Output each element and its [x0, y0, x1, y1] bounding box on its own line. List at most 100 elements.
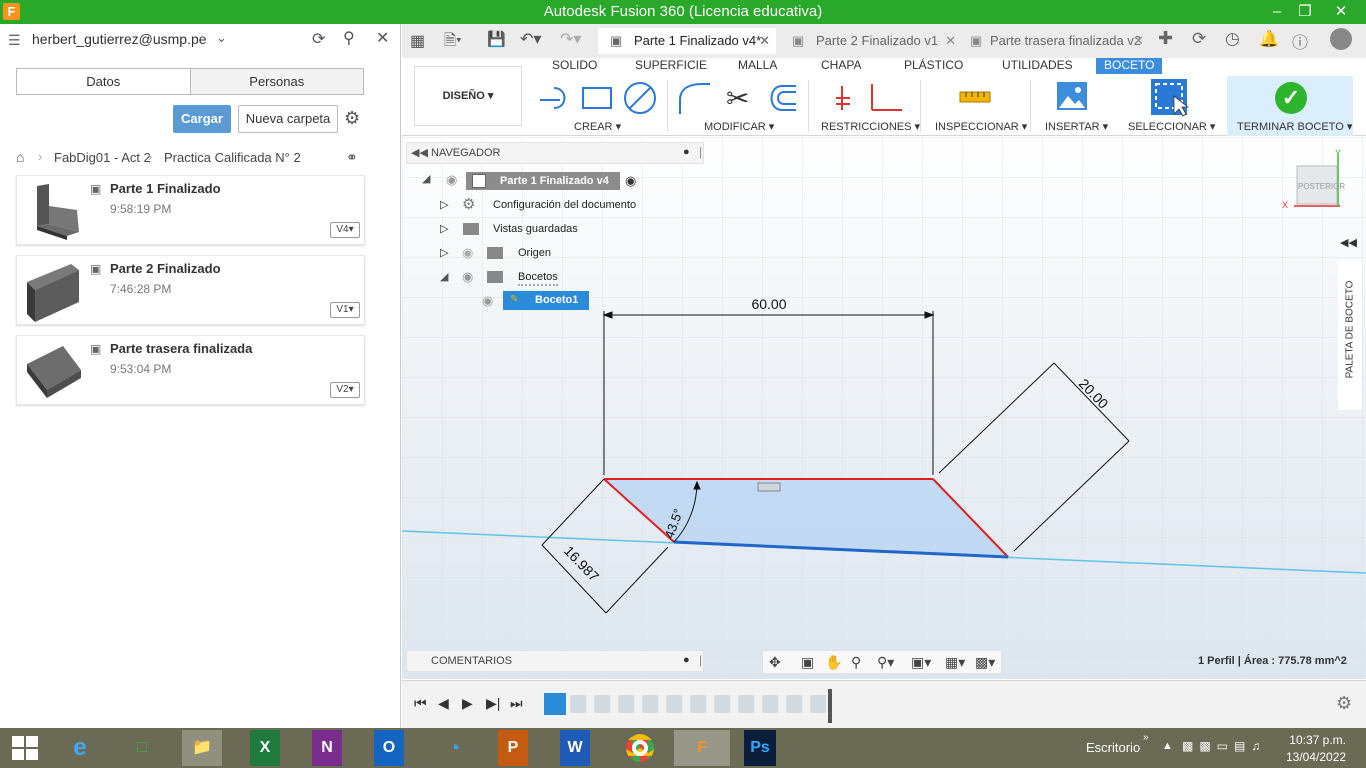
tray-icons[interactable]: ▩▩▭▤♫: [1182, 739, 1266, 753]
upload-button[interactable]: Cargar: [173, 105, 231, 133]
powerpoint-icon[interactable]: P: [498, 730, 528, 766]
job-status-icon[interactable]: ◷: [1225, 29, 1240, 49]
insert-image-icon[interactable]: [1056, 80, 1088, 114]
zoom-icon[interactable]: ⚲: [851, 651, 861, 673]
circle-tool-icon[interactable]: [624, 82, 656, 114]
browser-item-origin[interactable]: Origen: [518, 244, 551, 262]
file-item[interactable]: ▣ Parte 1 Finalizado 9:58:19 PM V4▾: [16, 175, 365, 245]
skip-end-icon[interactable]: ⏭: [510, 695, 523, 712]
select-window-icon[interactable]: [1150, 78, 1190, 118]
home-icon[interactable]: ⌂: [16, 149, 24, 165]
orbit-icon[interactable]: ✥: [769, 651, 781, 673]
checkmark-icon[interactable]: ✓: [1275, 82, 1307, 114]
undo-icon[interactable]: ↶▾: [520, 29, 541, 49]
version-badge[interactable]: V4▾: [330, 222, 360, 238]
rectangle-tool-icon[interactable]: [582, 87, 612, 109]
expand-triangle-icon[interactable]: ▷: [440, 220, 448, 238]
perpendicular-constraint-icon[interactable]: [871, 84, 902, 111]
file-item[interactable]: ▣ Parte trasera finalizada 9:53:04 PM V2…: [16, 335, 365, 405]
group-inspeccionar[interactable]: INSPECCIONAR ▾: [935, 120, 1027, 133]
grid-settings-icon[interactable]: ▦▾: [945, 651, 965, 673]
trim-scissors-icon[interactable]: ✂: [726, 83, 749, 114]
expand-triangle-icon[interactable]: ▷: [440, 196, 448, 214]
apps-icon[interactable]: ☰: [8, 32, 21, 49]
tab-personas[interactable]: Personas: [190, 69, 363, 94]
notifications-icon[interactable]: 🔔: [1259, 29, 1279, 49]
viewcube-face-label[interactable]: POSTERIOR: [1298, 182, 1345, 191]
tab-superficie[interactable]: SUPERFICIE: [635, 58, 707, 74]
breadcrumb-project[interactable]: FabDig01 - Act 2: [54, 150, 151, 165]
sketch-palette-tab[interactable]: PALETA DE BOCETO: [1338, 260, 1362, 410]
fillet-tool-icon[interactable]: [679, 83, 710, 114]
visibility-eye-icon[interactable]: ◉: [482, 292, 493, 310]
word-icon[interactable]: W: [560, 730, 590, 766]
tray-up-icon[interactable]: ▲: [1162, 740, 1173, 752]
step-back-icon[interactable]: ◀: [438, 695, 449, 712]
look-at-icon[interactable]: ▣: [801, 651, 814, 673]
maximize-button[interactable]: ❐: [1290, 2, 1320, 22]
version-badge[interactable]: V1▾: [330, 302, 360, 318]
photoshop-icon[interactable]: Ps: [744, 730, 776, 766]
skip-start-icon[interactable]: ⏮: [414, 695, 427, 712]
workspace-selector[interactable]: DISEÑO ▾: [414, 66, 522, 126]
horizontal-constraint-icon[interactable]: [757, 482, 781, 492]
group-crear[interactable]: CREAR ▾: [574, 120, 621, 133]
collapse-palette-icon[interactable]: ◀◀: [1340, 236, 1360, 250]
close-window-button[interactable]: ✕: [1326, 2, 1356, 22]
doc-tab[interactable]: ▣ Parte trasera finalizada v2 ✕: [962, 28, 1148, 54]
close-tab-icon[interactable]: ✕: [1133, 28, 1144, 54]
dimension-width[interactable]: 60.00: [751, 296, 786, 312]
radio-target-icon[interactable]: ◉: [625, 173, 636, 189]
add-comment-icon[interactable]: ●: [683, 654, 690, 666]
resize-handle[interactable]: |: [699, 653, 702, 667]
chrome-icon[interactable]: [620, 730, 660, 766]
chevron-icon[interactable]: »: [1143, 732, 1149, 743]
version-badge[interactable]: V2▾: [330, 382, 360, 398]
save-icon[interactable]: 💾: [487, 30, 506, 48]
measure-ruler-icon[interactable]: [958, 86, 992, 108]
excel-icon[interactable]: X: [250, 730, 280, 766]
avatar[interactable]: [1330, 28, 1352, 50]
redo-icon[interactable]: ↷▾: [560, 29, 581, 49]
collapse-triangle-icon[interactable]: ◢: [440, 268, 448, 286]
tab-solido[interactable]: SOLIDO: [552, 58, 597, 74]
play-icon[interactable]: ▶: [462, 695, 473, 712]
browser-item-sketches[interactable]: Bocetos: [518, 268, 558, 286]
gear-icon[interactable]: ⚙: [1336, 693, 1352, 714]
timeline-features[interactable]: [570, 695, 830, 713]
fit-icon[interactable]: ⚲▾: [877, 651, 894, 673]
file-menu-icon[interactable]: 🗎▾: [444, 30, 462, 55]
tab-malla[interactable]: MALLA: [738, 58, 777, 74]
gear-icon[interactable]: ⚙: [344, 108, 360, 129]
tab-plastico[interactable]: PLÁSTICO: [904, 58, 963, 74]
user-email[interactable]: herbert_gutierrez@usmp.pe: [32, 31, 207, 47]
new-tab-icon[interactable]: ✚: [1158, 28, 1173, 49]
line-tool-icon[interactable]: [540, 87, 566, 109]
tab-boceto[interactable]: BOCETO: [1096, 58, 1163, 74]
visibility-eye-icon[interactable]: ◉: [462, 268, 473, 286]
tab-chapa[interactable]: CHAPA: [821, 58, 861, 74]
collapse-browser-icon[interactable]: ◀◀: [411, 146, 428, 159]
close-icon[interactable]: ✕: [376, 28, 389, 48]
resize-handle[interactable]: |: [699, 145, 702, 159]
browser-root-item[interactable]: Parte 1 Finalizado v4: [466, 172, 620, 190]
breadcrumb-folder[interactable]: Practica Calificada N° 2: [164, 150, 301, 165]
browser-item-settings[interactable]: Configuración del documento: [493, 196, 636, 214]
clock-time[interactable]: 10:37 p.m.: [1286, 733, 1346, 747]
group-seleccionar[interactable]: SELECCIONAR ▾: [1128, 120, 1215, 133]
help-icon[interactable]: ⓘ: [1292, 29, 1308, 53]
sync-icon[interactable]: ⟳: [1192, 29, 1206, 49]
doc-tab-active[interactable]: ▣ Parte 1 Finalizado v4* ✕: [598, 28, 776, 54]
clock-date[interactable]: 13/04/2022: [1286, 750, 1346, 764]
doc-tab[interactable]: ▣ Parte 2 Finalizado v1 ✕: [780, 28, 962, 54]
outlook-icon[interactable]: O: [374, 730, 404, 766]
sketch-viewport[interactable]: 60.00 20.00 16.987 43.5°: [402, 137, 1366, 679]
globe-icon[interactable]: ⚭: [346, 149, 358, 166]
edge-legacy-icon[interactable]: e: [60, 730, 100, 766]
browser-item-saved-views[interactable]: Vistas guardadas: [493, 220, 578, 238]
close-tab-icon[interactable]: ✕: [759, 28, 770, 54]
fusion-360-taskbar-icon[interactable]: F: [674, 730, 730, 766]
timeline-marker[interactable]: [828, 689, 832, 723]
step-forward-icon[interactable]: ▶|: [486, 695, 500, 712]
group-insertar[interactable]: INSERTAR ▾: [1045, 120, 1108, 133]
